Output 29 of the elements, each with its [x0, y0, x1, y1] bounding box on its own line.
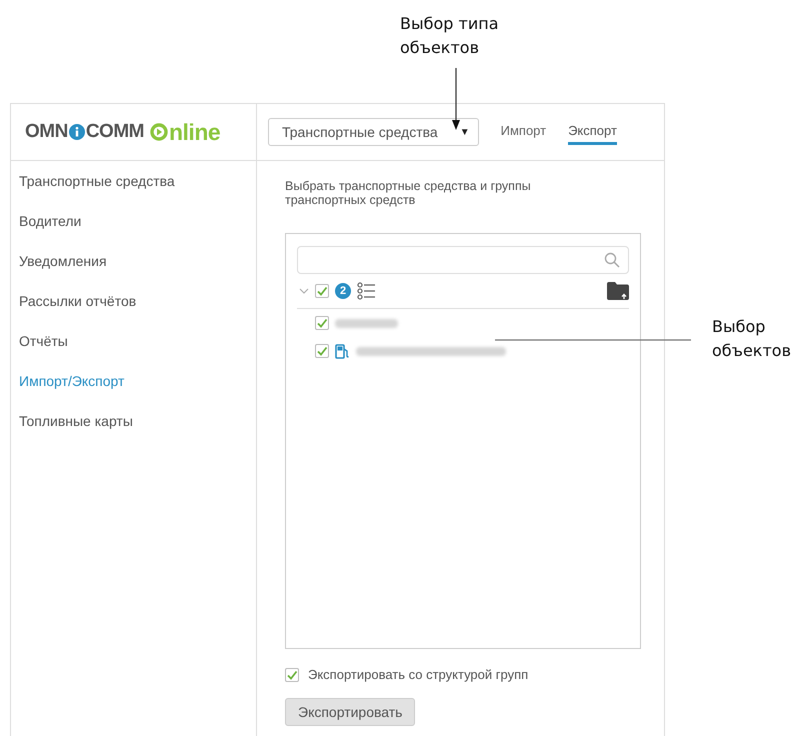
checkbox[interactable]: [315, 284, 329, 298]
callout-label: Выбор объектов: [712, 316, 792, 362]
sidebar-item[interactable]: Уведомления: [11, 252, 115, 292]
checkbox[interactable]: [285, 668, 299, 682]
checkbox-label: Экспортировать со структурой групп: [308, 667, 528, 682]
checkbox[interactable]: [315, 344, 329, 358]
callout-label: Выбор типа объектов: [400, 13, 500, 59]
folder-icon[interactable]: [607, 282, 629, 300]
search-field[interactable]: [297, 246, 629, 274]
sidebar-item[interactable]: Отчёты: [11, 332, 76, 372]
fuel-pump-icon: [335, 344, 350, 358]
blurred-label: [335, 318, 398, 328]
search-icon: [604, 252, 620, 268]
sidebar-item[interactable]: Топливные карты: [11, 412, 141, 452]
checkbox[interactable]: [315, 316, 329, 330]
section-heading: Выбрать транспортные средства и группы транспортных средств: [285, 179, 532, 207]
sidebar-item[interactable]: Рассылки отчётов: [11, 292, 144, 332]
tab[interactable]: Импорт: [500, 119, 546, 145]
callout-arrow: [451, 68, 461, 130]
chevron-icon[interactable]: [299, 287, 309, 295]
list-icon[interactable]: [357, 282, 375, 300]
count-badge: 2: [335, 283, 351, 299]
sidebar-item[interactable]: Транспортные средства: [11, 172, 183, 212]
sidebar-item[interactable]: Импорт/Экспорт: [11, 372, 132, 412]
sidebar-item[interactable]: Водители: [11, 212, 90, 252]
object-type-dropdown[interactable]: Транспортные средства ▼: [268, 118, 479, 146]
tab[interactable]: Экспорт: [568, 119, 617, 145]
logo: OMN COMM nline: [25, 118, 220, 146]
export-button[interactable]: Экспортировать: [285, 698, 416, 726]
